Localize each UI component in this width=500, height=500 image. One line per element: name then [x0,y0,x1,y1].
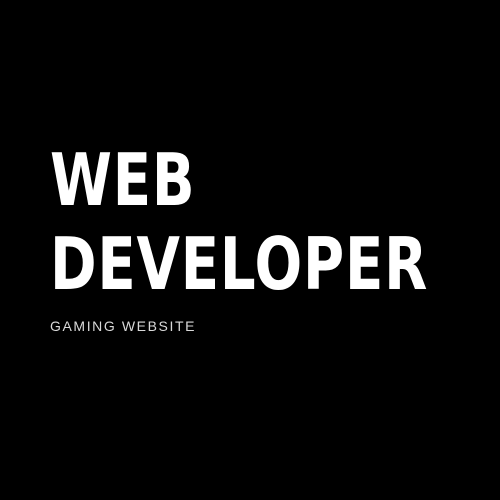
subtitle: GAMING WEBSITE [50,318,197,334]
headline-line-2: DEVELOPER [50,222,429,306]
graphic-canvas: WEB DEVELOPER GAMING WEBSITE [0,0,500,500]
headline-line-1: WEB [50,138,196,222]
headline: WEB DEVELOPER [50,138,428,306]
